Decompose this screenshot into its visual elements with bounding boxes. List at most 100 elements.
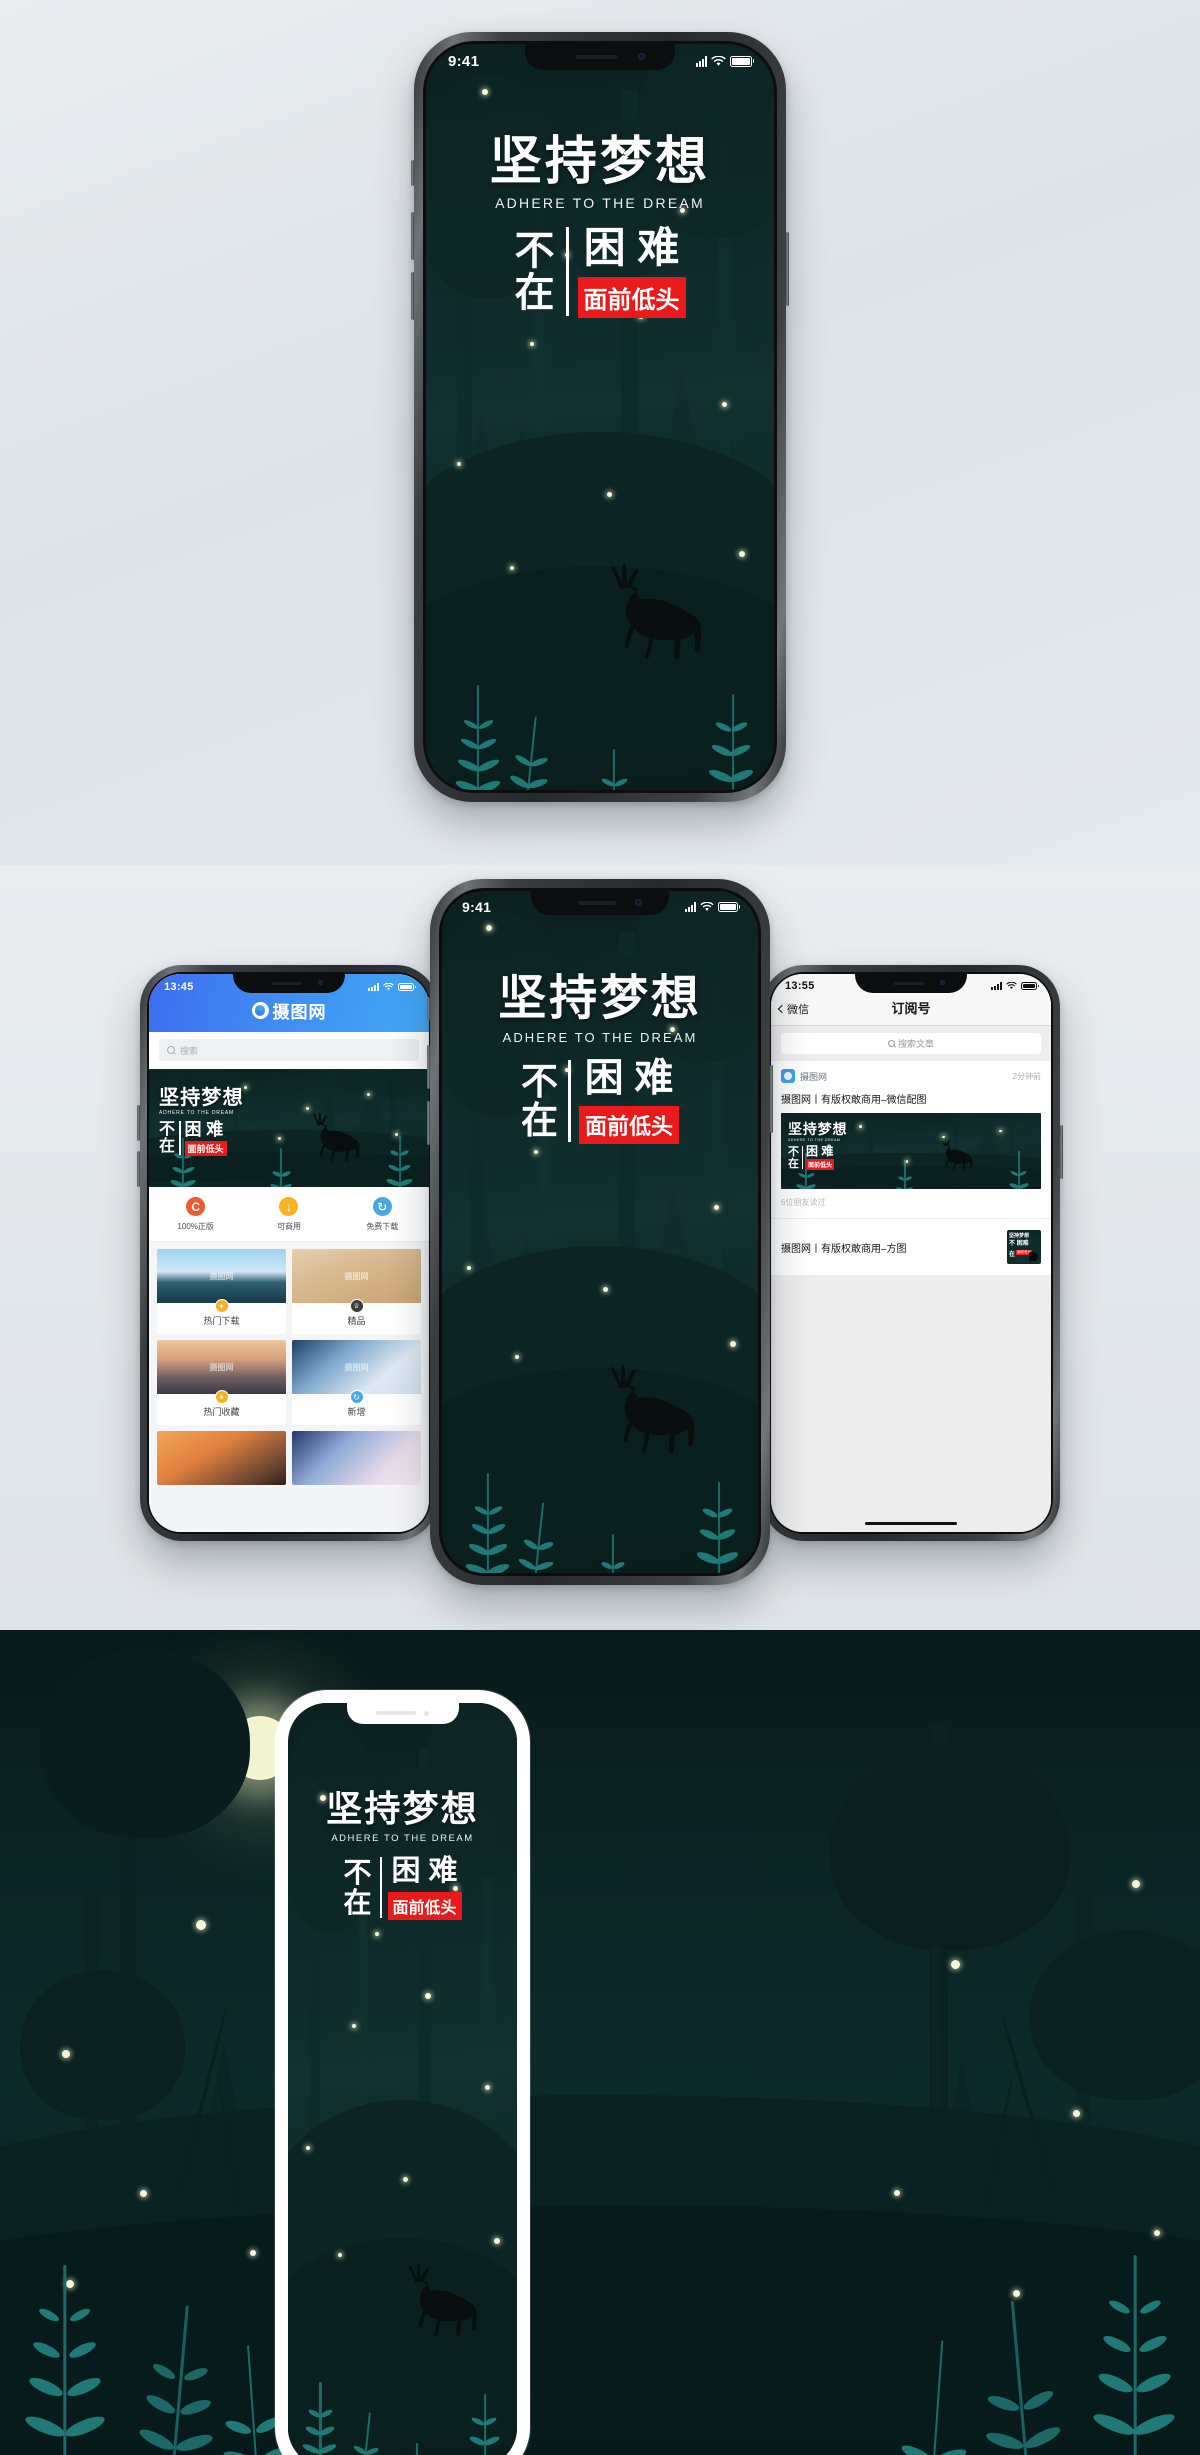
battery-icon (730, 55, 754, 67)
power-button[interactable] (786, 232, 789, 306)
wifi-icon (383, 983, 394, 991)
poster-divider (565, 227, 569, 316)
outline-left-line1: 不 (343, 1856, 372, 1888)
crown-icon: ♕ (349, 1299, 364, 1313)
article-left-line1: 不 (788, 1145, 799, 1158)
battery-icon (398, 983, 416, 991)
watermark: 摄图网 (209, 1362, 234, 1372)
camera-globe-avatar (781, 1069, 795, 1083)
search-input[interactable]: 搜索文章 (781, 1033, 1041, 1054)
grid-card-0[interactable]: 摄图网 ✦ 热门下载 (157, 1249, 286, 1334)
center-status-bar: 9:41 (442, 891, 758, 923)
deer-silhouette (587, 1364, 699, 1464)
outline-poster-subtitle: ADHERE TO THE DREAM (331, 1833, 474, 1844)
volume-down-button[interactable] (411, 272, 414, 320)
back-label: 微信 (787, 1004, 809, 1016)
outline-poster-title: 坚持梦想 (326, 1788, 479, 1829)
search-icon (887, 1040, 895, 1047)
feature-item-0[interactable]: C 100%正版 (149, 1197, 242, 1232)
phone-bezel: 坚持梦想 ADHERE TO THE DREAM 不 在 困 难 面前低头 9:… (439, 888, 761, 1576)
status-time: 13:55 (785, 980, 815, 992)
article-poster: 坚持梦想 ADHERE TO THE DREAM 不 在 困 难 面前低头 (781, 1113, 1041, 1189)
foreground-fern (870, 2336, 1002, 2455)
article-card[interactable]: 摄图网 2分钟前 摄图网丨有版权敢商用–微信配图 坚持梦想 ADHERE TO … (771, 1061, 1051, 1218)
grid-card-3[interactable]: 摄图网 ↻ 新增 (292, 1340, 421, 1425)
firefly (951, 1960, 960, 1969)
left-status-bar: 13:45 (149, 974, 429, 1000)
deer-silhouette (932, 1137, 974, 1175)
outline-divider (379, 1857, 382, 1918)
watermark: 摄图网 (344, 1271, 369, 1281)
banner-subtitle: ADHERE TO THE DREAM (159, 1110, 234, 1116)
poster-left-line2: 在 (514, 270, 555, 315)
article-hero-image[interactable]: 坚持梦想 ADHERE TO THE DREAM 不 在 困 难 面前低头 (781, 1113, 1041, 1189)
grid-card-1[interactable]: 摄图网 ♕ 精品 (292, 1249, 421, 1334)
mute-switch[interactable] (411, 160, 414, 186)
grid-card-4[interactable] (157, 1431, 286, 1485)
speaker-grille (376, 1711, 416, 1715)
post-time: 2分钟前 (1012, 1071, 1041, 1081)
article-thumbnail-2: 坚持梦想 不 困难 在 面前低头 (1007, 1230, 1041, 1264)
camera-globe-logo (251, 1002, 269, 1019)
volume-down-button[interactable] (137, 1151, 140, 1187)
firefly (1154, 2230, 1160, 2236)
tree-canopy (830, 1750, 1070, 1950)
deer-silhouette (300, 1112, 362, 1168)
app-banner[interactable]: 坚持梦想 ADHERE TO THE DREAM 不 在 困 难 面前低头 (149, 1069, 429, 1187)
battery-icon (718, 902, 740, 912)
status-time: 13:45 (164, 981, 194, 993)
volume-up-button[interactable] (411, 212, 414, 260)
phone-screen[interactable]: 坚持梦想 ADHERE TO THE DREAM 不 在 困 难 面前低头 9:… (426, 44, 774, 790)
download-icon: ↓ (279, 1197, 299, 1216)
phone-bezel: 微信 订阅号 搜索文章 摄图网 2分钟前 摄图网丨有版权敢商用–微信配图 坚持梦… (769, 972, 1053, 1534)
center-poster-subtitle: ADHERE TO THE DREAM (502, 1030, 698, 1045)
right-phone: 微信 订阅号 搜索文章 摄图网 2分钟前 摄图网丨有版权敢商用–微信配图 坚持梦… (762, 965, 1063, 1541)
watermark: 摄图网 (344, 1362, 369, 1372)
article-badge: 面前低头 (806, 1159, 835, 1170)
refresh-icon: ↻ (372, 1197, 392, 1216)
center-poster-artwork: 坚持梦想 ADHERE TO THE DREAM 不 在 困 难 面前低头 (442, 891, 758, 1573)
search-input[interactable]: 搜索 (159, 1039, 419, 1061)
article-poster-left: 不 在 (788, 1145, 799, 1170)
article-poster-title: 坚持梦想 (788, 1121, 848, 1137)
outline-poster-artwork: 坚持梦想 ADHERE TO THE DREAM 不 在 困 难 面前低头 (288, 1703, 517, 2455)
article-card-2[interactable]: 摄图网丨有版权敢商用–方图 坚持梦想 不 困难 在 面前低头 (771, 1219, 1051, 1275)
article-title-2[interactable]: 摄图网丨有版权敢商用–方图 (781, 1240, 915, 1255)
banner-left-line2: 在 (159, 1138, 176, 1155)
phone-screen[interactable]: 微信 订阅号 搜索文章 摄图网 2分钟前 摄图网丨有版权敢商用–微信配图 坚持梦… (771, 974, 1051, 1532)
feature-item-1[interactable]: ↓ 可商用 (242, 1197, 335, 1232)
volume-up-button[interactable] (427, 1045, 430, 1089)
center-phone: 坚持梦想 ADHERE TO THE DREAM 不 在 困 难 面前低头 9:… (427, 879, 773, 1585)
center-poster-title: 坚持梦想 (498, 972, 702, 1025)
center-badge: 面前低头 (578, 1106, 679, 1144)
center-left-line2: 在 (520, 1100, 558, 1141)
tree-canopy (20, 1970, 185, 2120)
grid-card-2[interactable]: 摄图网 ✦ 热门收藏 (157, 1340, 286, 1425)
article-poster-subtitle: ADHERE TO THE DREAM (788, 1138, 841, 1142)
search-row: 搜索 (149, 1032, 429, 1069)
status-time: 9:41 (462, 899, 492, 915)
app-brand: 摄图网 (251, 998, 327, 1023)
volume-down-button[interactable] (427, 1101, 430, 1145)
card-thumbnail: 摄图网 ↻ (292, 1340, 421, 1404)
volume-up-button[interactable] (137, 1105, 140, 1141)
article-title[interactable]: 摄图网丨有版权敢商用–微信配图 (781, 1091, 1041, 1106)
refresh-icon: ↻ (349, 1390, 364, 1404)
card-thumbnail: 摄图网 ♕ (292, 1249, 421, 1313)
phone-screen[interactable]: 摄图网 搜索 坚持梦想 ADHERE TO THE DREAM 不 在 困 难 … (149, 974, 429, 1532)
banner-divider (179, 1121, 181, 1155)
back-button[interactable]: 微信 (777, 1001, 809, 1017)
feature-item-2[interactable]: ↻ 免费下载 (336, 1197, 429, 1232)
power-button[interactable] (1060, 1125, 1063, 1179)
account-row[interactable]: 摄图网 2分钟前 (781, 1069, 1041, 1083)
power-button[interactable] (770, 1065, 773, 1133)
card-thumbnail (292, 1431, 421, 1485)
card-thumbnail: 摄图网 ✦ (157, 1340, 286, 1404)
grid-card-5[interactable] (292, 1431, 421, 1485)
feature-label: 免费下载 (366, 1222, 399, 1231)
hero-section: 坚持梦想 ADHERE TO THE DREAM 不 在 困 难 面前低头 9:… (0, 0, 1200, 865)
phone-screen[interactable]: 坚持梦想 ADHERE TO THE DREAM 不 在 困 难 面前低头 9:… (442, 891, 758, 1573)
phone-notch (346, 1703, 459, 1724)
battery-icon (1021, 982, 1039, 990)
mute-switch[interactable] (427, 997, 430, 1021)
